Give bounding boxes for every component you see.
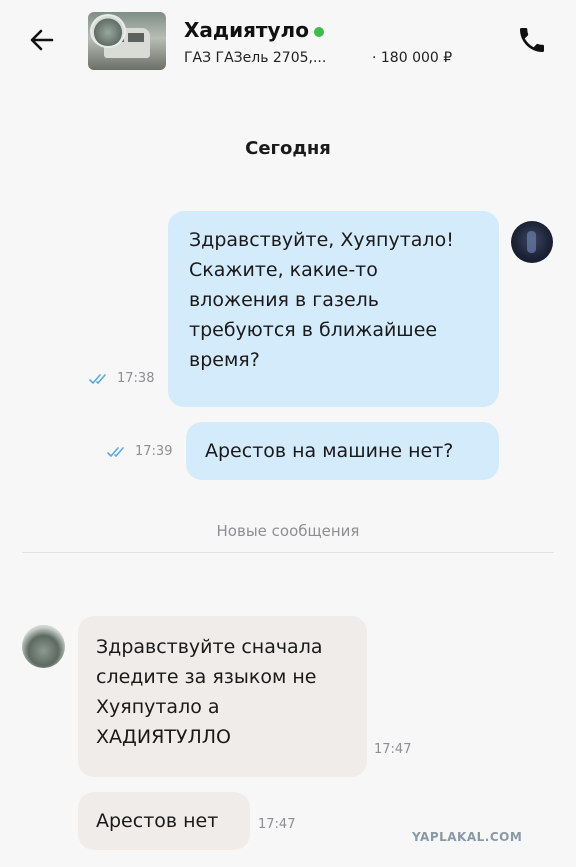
message-time: 17:39	[135, 444, 173, 459]
new-messages-label: Новые сообщения	[216, 522, 360, 540]
message-time: 17:47	[258, 817, 296, 832]
watermark: YAPLAKAL.COM	[412, 830, 523, 844]
message-text-line: вложения в газель	[189, 289, 380, 311]
arrow-left-icon	[30, 29, 54, 51]
my-avatar	[511, 221, 553, 263]
seller-avatar-mini	[90, 14, 126, 48]
message-text-line: Здравствуйте сначала	[96, 636, 323, 658]
message-meta: 17:47	[258, 817, 295, 832]
message-meta: 17:39	[107, 444, 172, 459]
new-messages-divider	[22, 552, 554, 553]
contact-avatar[interactable]	[22, 625, 65, 668]
message-text-line: требуются в ближайшее	[189, 319, 438, 341]
message-text-line: Арестов на машине нет?	[205, 440, 454, 462]
listing-price: · 180 000 ₽	[372, 50, 453, 66]
incoming-message-bubble[interactable]: Здравствуйте сначала следите за языком н…	[78, 616, 367, 777]
contact-name[interactable]: Хадиятуло	[184, 18, 309, 42]
message-time: 17:47	[374, 742, 412, 757]
incoming-message-bubble[interactable]: Арестов нет	[78, 792, 250, 850]
message-text-line: Скажите, какие-то	[189, 259, 378, 281]
outgoing-message-bubble[interactable]: Арестов на машине нет?	[186, 422, 499, 480]
phone-icon	[520, 28, 544, 52]
listing-title[interactable]: ГАЗ ГАЗель 2705,...	[184, 50, 326, 66]
call-button[interactable]	[514, 22, 550, 58]
chat-header: Хадиятуло ГАЗ ГАЗель 2705,... · 180 000 …	[0, 0, 576, 82]
message-text-line: следите за языком не	[96, 666, 317, 688]
message-text-line: ХАДИЯТУЛЛО	[96, 726, 231, 748]
message-meta: 17:47	[374, 742, 411, 757]
double-check-icon	[89, 373, 106, 384]
message-meta: 17:38	[89, 371, 154, 386]
message-text-line: время?	[189, 349, 260, 371]
day-separator: Сегодня	[245, 138, 331, 159]
back-button[interactable]	[24, 22, 60, 58]
message-time: 17:38	[117, 371, 155, 386]
message-text-line: Арестов нет	[96, 810, 219, 832]
message-text-line: Здравствуйте, Хуяпутало!	[189, 229, 454, 251]
message-text-line: Хуяпутало а	[96, 696, 220, 718]
listing-thumbnail[interactable]	[88, 12, 166, 70]
double-check-icon	[107, 446, 124, 457]
online-status-dot	[314, 27, 324, 37]
outgoing-message-bubble[interactable]: Здравствуйте, Хуяпутало! Скажите, какие-…	[168, 211, 499, 407]
